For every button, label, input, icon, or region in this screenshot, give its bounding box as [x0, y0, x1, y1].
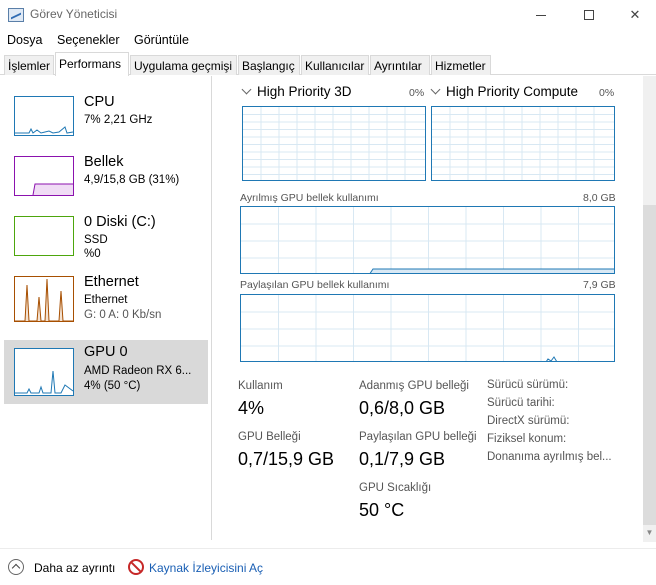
shared-memory-value: 0,1/7,9 GB: [359, 449, 446, 469]
gpu-detail-panel: High Priority 3D 0% High Priority Comput…: [213, 76, 643, 540]
chevron-down-icon: [241, 84, 252, 95]
resource-name: Ethernet: [84, 274, 139, 290]
chevron-down-icon: [430, 84, 441, 95]
resource-gpu[interactable]: GPU 0 AMD Radeon RX 6... 4% (50 °C): [4, 340, 208, 404]
resource-detail: 4% (50 °C): [84, 380, 141, 392]
maximize-icon: [584, 10, 594, 20]
property-driver-date: Sürücü tarihi:: [487, 397, 555, 409]
footer-bar: Daha az ayrıntı Kaynak İzleyicisini Aç: [0, 548, 656, 585]
chevron-up-icon[interactable]: [8, 559, 24, 575]
property-hardware-reserved-memory: Donanıma ayrılmış bel...: [487, 451, 612, 463]
close-button[interactable]: ✕: [612, 0, 656, 30]
gpu-temperature-label: GPU Sıcaklığı: [359, 482, 432, 494]
engine-graph-compute: [431, 106, 615, 181]
gpu-thumbnail-graph: [14, 348, 74, 396]
gpu-temperature-value: 50 °C: [359, 500, 405, 520]
property-directx-version: DirectX sürümü:: [487, 415, 570, 427]
menu-bar: Dosya Seçenekler Görüntüle: [0, 30, 656, 52]
resource-detail: %0: [84, 248, 101, 260]
resource-detail: G: 0 A: 0 Kb/sn: [84, 309, 162, 321]
graph-grid: [432, 107, 614, 180]
resource-name: CPU: [84, 94, 115, 110]
shared-memory-graph: [240, 294, 615, 362]
gpu-memory-label: GPU Belleği: [238, 431, 301, 443]
tab-performance[interactable]: Performans: [55, 52, 129, 76]
close-icon: ✕: [629, 7, 641, 22]
usage-label: Kullanım: [238, 380, 283, 392]
tab-app-history[interactable]: Uygulama geçmişi: [130, 55, 237, 75]
cpu-thumbnail-graph: [14, 96, 74, 136]
fewer-details-button[interactable]: Daha az ayrıntı: [34, 561, 115, 575]
graph-grid: [243, 107, 425, 180]
shared-memory-label: Paylaşılan GPU belleği: [359, 431, 477, 443]
resource-name: 0 Diski (C:): [84, 214, 156, 230]
dedicated-memory-graph-label: Ayrılmış GPU bellek kullanımı: [240, 192, 379, 204]
resource-detail: AMD Radeon RX 6...: [84, 365, 192, 377]
property-driver-version: Sürücü sürümü:: [487, 379, 569, 391]
dedicated-memory-label: Adanmış GPU belleği: [359, 380, 469, 392]
engine-selector-3d[interactable]: High Priority 3D: [241, 84, 352, 99]
menu-options[interactable]: Seçenekler: [57, 33, 120, 47]
resource-list: CPU 7% 2,21 GHz Bellek 4,9/15,8 GB (31%)…: [0, 76, 212, 540]
tab-processes[interactable]: İşlemler: [4, 55, 54, 75]
engine-percent: 0%: [409, 87, 425, 99]
ethernet-thumbnail-graph: [14, 276, 74, 322]
dedicated-memory-value: 0,6/8,0 GB: [359, 398, 446, 418]
engine-graph-3d: [242, 106, 426, 181]
resource-disk[interactable]: 0 Diski (C:) SSD %0: [4, 210, 208, 274]
maximize-button[interactable]: [566, 0, 612, 30]
resource-name: Bellek: [84, 154, 124, 170]
resource-detail: SSD: [84, 234, 108, 246]
tab-users[interactable]: Kullanıcılar: [301, 55, 369, 75]
dedicated-memory-graph: [240, 206, 615, 274]
engine-percent: 0%: [599, 87, 615, 99]
resource-detail: 4,9/15,8 GB (31%): [84, 174, 180, 186]
usage-value: 4%: [238, 398, 265, 418]
tab-bar: İşlemler Performans Uygulama geçmişi Baş…: [0, 52, 656, 76]
task-manager-icon: [8, 8, 24, 22]
dedicated-memory-graph-max: 8,0 GB: [583, 192, 616, 204]
shared-memory-graph-max: 7,9 GB: [583, 279, 616, 291]
shared-memory-graph-label: Paylaşılan GPU bellek kullanımı: [240, 279, 390, 291]
tab-details[interactable]: Ayrıntılar: [370, 55, 430, 75]
resource-detail: 7% 2,21 GHz: [84, 114, 153, 126]
resource-detail: Ethernet: [84, 294, 128, 306]
resource-ethernet[interactable]: Ethernet Ethernet G: 0 A: 0 Kb/sn: [4, 270, 208, 334]
menu-view[interactable]: Görüntüle: [134, 33, 189, 47]
resource-memory[interactable]: Bellek 4,9/15,8 GB (31%): [4, 150, 208, 214]
scrollbar-thumb[interactable]: [643, 205, 656, 525]
minimize-button[interactable]: [518, 0, 564, 30]
property-physical-location: Fiziksel konum:: [487, 433, 567, 445]
disk-thumbnail-graph: [14, 216, 74, 256]
tab-startup[interactable]: Başlangıç: [238, 55, 300, 75]
resource-monitor-icon[interactable]: [128, 559, 144, 575]
menu-file[interactable]: Dosya: [7, 33, 42, 47]
minimize-icon: [536, 14, 546, 16]
memory-thumbnail-graph: [14, 156, 74, 196]
tab-services[interactable]: Hizmetler: [431, 55, 491, 75]
engine-label: High Priority 3D: [257, 84, 352, 99]
open-resource-monitor-link[interactable]: Kaynak İzleyicisini Aç: [149, 561, 263, 575]
gpu-memory-value: 0,7/15,9 GB: [238, 449, 335, 469]
engine-label: High Priority Compute: [446, 84, 579, 99]
resource-cpu[interactable]: CPU 7% 2,21 GHz: [4, 90, 208, 154]
window-title: Görev Yöneticisi: [30, 7, 118, 21]
scroll-down-arrow-icon[interactable]: ▼: [643, 528, 656, 542]
resource-name: GPU 0: [84, 344, 128, 360]
engine-selector-compute[interactable]: High Priority Compute: [430, 84, 579, 99]
title-bar: Görev Yöneticisi ✕: [0, 0, 656, 30]
